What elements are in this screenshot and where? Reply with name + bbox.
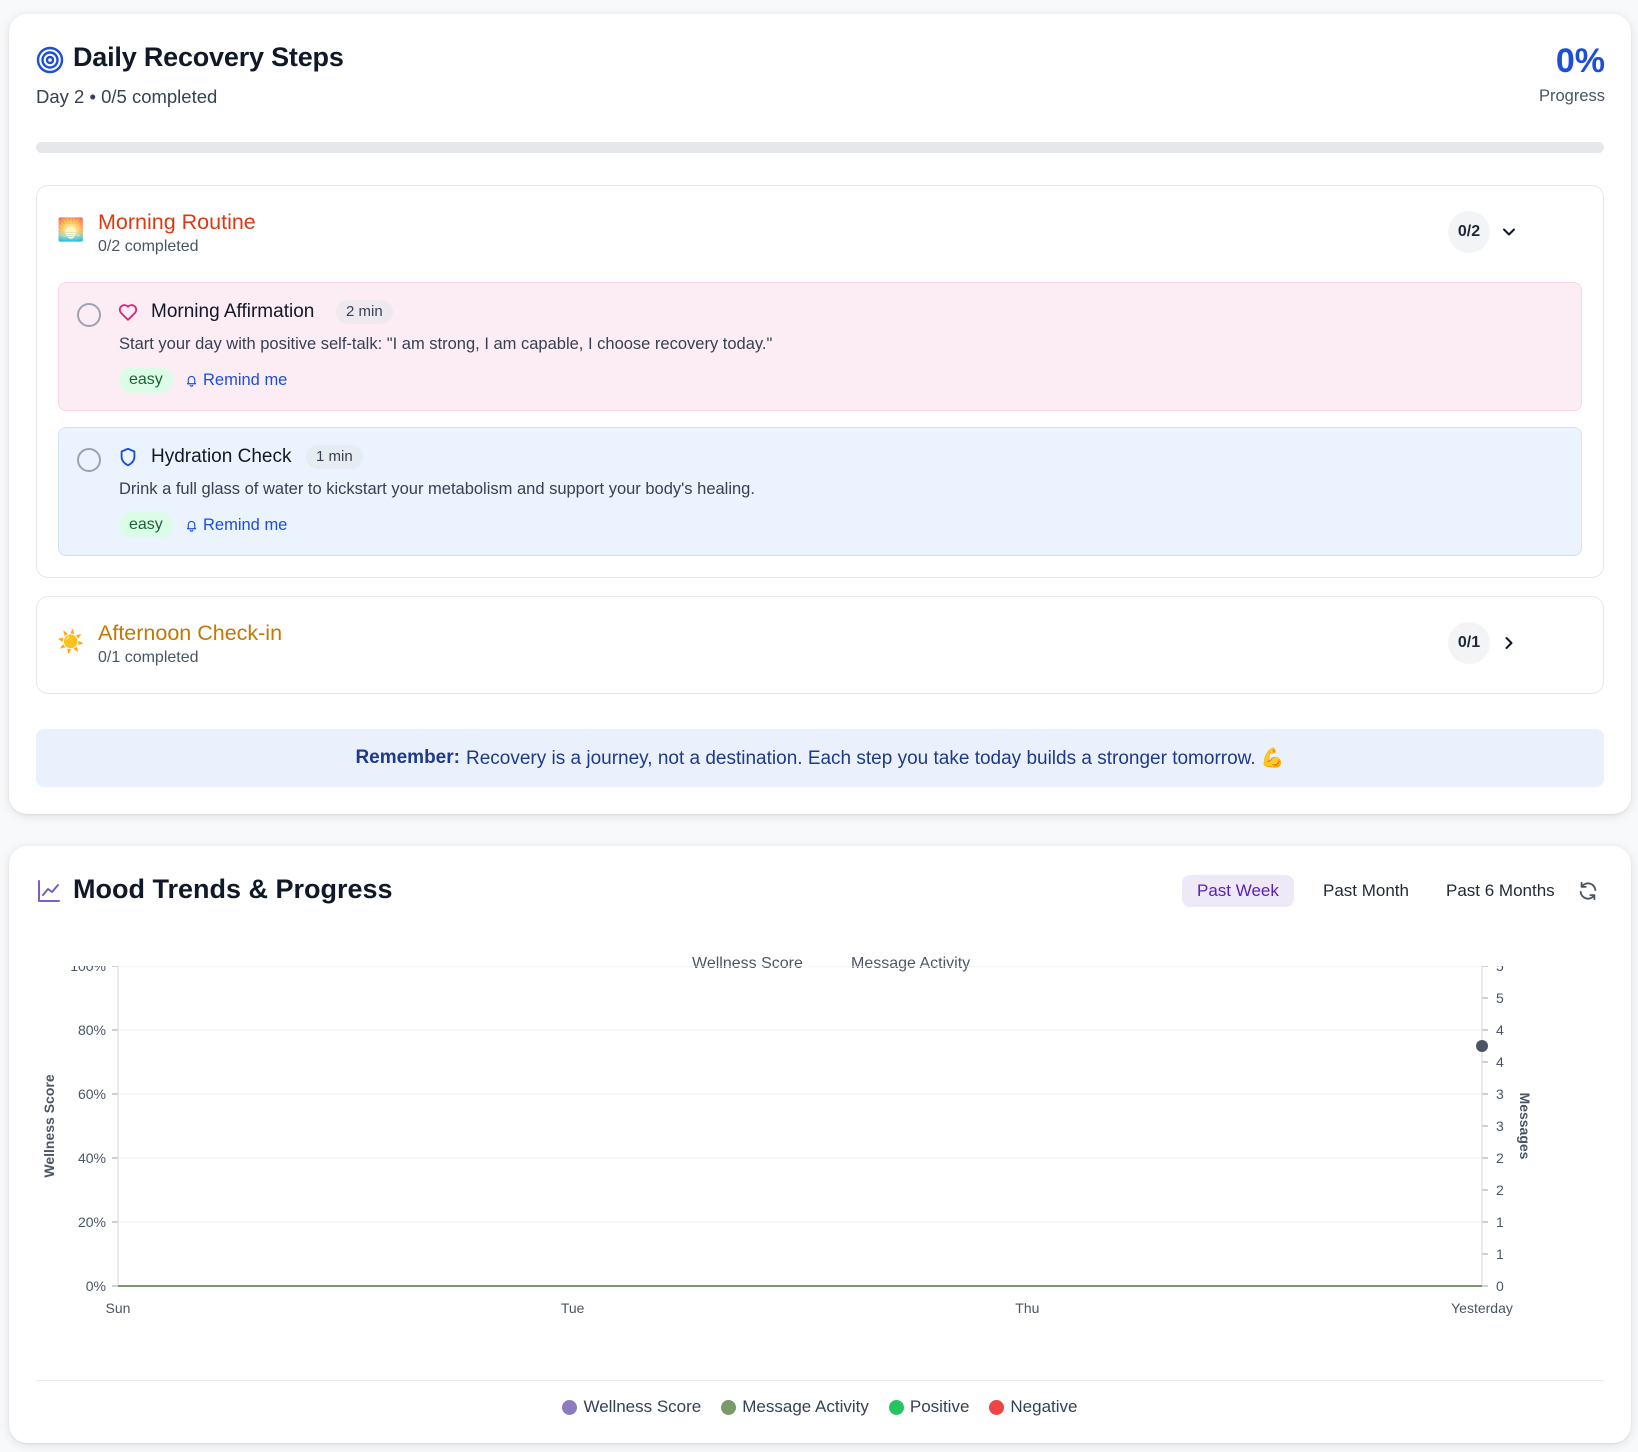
legend-dot-icon [721,1399,737,1415]
y2-tick-label: 3 [1496,1118,1504,1134]
y2-tick-label: 5 [1496,990,1504,1006]
x-tick-label: Sun [106,1300,131,1316]
task-description: Drink a full glass of water to kickstart… [119,480,755,498]
legend-label: Wellness Score [583,1397,702,1416]
legend-label: Negative [1010,1397,1078,1416]
x-tick-label: Thu [1015,1300,1039,1316]
section-count-badge: 0/2 [1448,211,1490,253]
y-tick-label: 60% [78,1086,106,1102]
y-tick-label: 40% [78,1150,106,1166]
remind-me-label: Remind me [203,516,288,534]
y2-tick-label: 4 [1496,1022,1504,1038]
mood-trend-chart: 0% 20% 40% 60% 80% 100% 0 1 1 2 2 3 3 4 4 5 5 Sun Tue Thu Ye… [41,966,1533,1316]
y-axis-title: Wellness Score [41,1074,57,1177]
task-title: Morning Affirmation [151,301,315,322]
x-tick-label: Yesterday [1451,1300,1513,1316]
y2-axis-title: Messages [1517,1093,1533,1160]
divider [36,1380,1604,1381]
progress-bar [36,142,1604,153]
section-count-badge: 0/1 [1448,622,1490,664]
remind-me-label: Remind me [203,371,288,389]
data-point [1476,1040,1488,1052]
section-title: Mood Trends & Progress [73,874,393,904]
task-checkbox[interactable] [77,448,101,472]
y2-tick-label: 2 [1496,1150,1504,1166]
page-title: Daily Recovery Steps [73,42,344,72]
legend-label: Message Activity [742,1397,869,1416]
line-chart-icon [38,880,60,902]
y-tick-label: 100% [70,966,106,974]
bottom-legend: Wellness Score Message Activity Positive Ne… [9,1397,1631,1417]
mood-trends-card: Mood Trends & Progress Past Week Past Mo… [9,846,1631,1443]
legend-label: Positive [909,1397,970,1416]
y2-tick-label: 4 [1496,1054,1504,1070]
y2-tick-label: 3 [1496,1086,1504,1102]
legend-item: Positive [888,1397,970,1417]
section-subtitle: 0/2 completed [98,238,199,255]
tab-past-6-months[interactable]: Past 6 Months [1431,875,1570,907]
remember-banner: Remember: Recovery is a journey, not a d… [36,729,1604,787]
y2-tick-label: 1 [1496,1246,1504,1262]
duration-badge: 2 min [336,300,393,324]
progress-percent: 0% [1555,42,1605,80]
legend-item: Negative [989,1397,1078,1417]
difficulty-badge: easy [119,512,173,538]
section-afternoon-checkin[interactable]: ☀️ Afternoon Check-in 0/1 completed 0/1 [36,596,1604,694]
task-description: Start your day with positive self-talk: … [119,335,773,353]
y2-tick-label: 5 [1496,966,1504,974]
shield-icon [120,447,136,467]
section-morning-routine: 🌅 Morning Routine 0/2 completed 0/2 Morn… [36,185,1604,578]
chevron-right-icon[interactable] [1499,633,1519,653]
heart-icon [118,304,138,321]
y2-tick-label: 1 [1496,1214,1504,1230]
sunrise-icon: 🌅 [57,217,85,242]
legend-item: Message Activity [721,1397,869,1417]
daily-recovery-card: Daily Recovery Steps Day 2 • 0/5 complet… [9,14,1631,814]
legend-dot-icon [562,1399,578,1415]
bell-icon [186,520,197,532]
task-card: Morning Affirmation 2 min Start your day… [58,282,1582,411]
progress-label: Progress [1538,87,1605,105]
y2-tick-label: 2 [1496,1182,1504,1198]
legend-item: Wellness Score [562,1397,701,1417]
difficulty-badge: easy [119,367,173,393]
section-subtitle: 0/1 completed [98,649,199,666]
target-icon [36,46,64,74]
task-checkbox[interactable] [77,303,101,327]
duration-badge: 1 min [306,445,363,469]
y-tick-label: 20% [78,1214,106,1230]
task-card: Hydration Check 1 min Drink a full glass… [58,427,1582,556]
section-title[interactable]: Morning Routine [98,210,256,235]
task-title: Hydration Check [151,446,292,467]
remind-me-button[interactable]: Remind me [185,371,287,390]
y-tick-label: 0% [86,1278,106,1294]
x-tick-label: Tue [561,1300,585,1316]
chevron-down-icon[interactable] [1499,222,1519,242]
day-progress-subtitle: Day 2 • 0/5 completed [36,86,218,107]
section-title[interactable]: Afternoon Check-in [98,621,282,646]
tab-past-month[interactable]: Past Month [1308,875,1424,907]
y-tick-label: 80% [78,1022,106,1038]
legend-dot-icon [888,1399,904,1415]
tab-past-week[interactable]: Past Week [1182,875,1294,907]
remember-label: Remember: [355,747,460,768]
y2-tick-label: 0 [1496,1278,1504,1294]
refresh-icon[interactable] [1577,880,1599,902]
bell-icon [186,375,197,387]
legend-dot-icon [989,1399,1005,1415]
remember-text: Recovery is a journey, not a destination… [465,748,1285,769]
sun-icon: ☀️ [57,629,85,654]
remind-me-button[interactable]: Remind me [185,516,287,535]
